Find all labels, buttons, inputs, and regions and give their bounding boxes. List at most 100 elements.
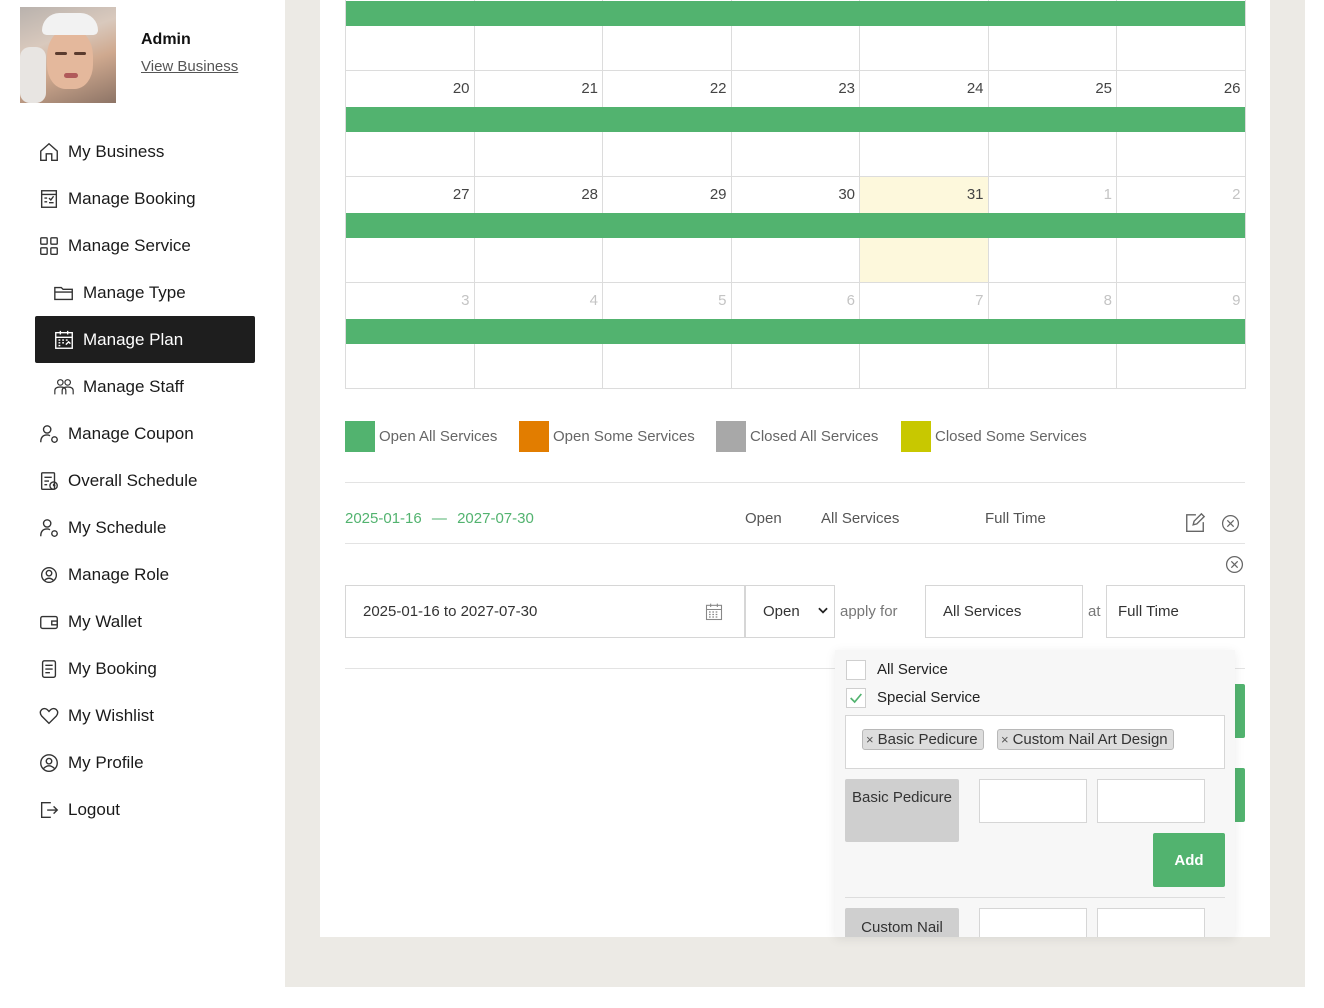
remove-tag-icon[interactable]: × [1001, 732, 1009, 747]
sidebar-item-label: My Business [68, 141, 165, 161]
sidebar-item-label: Manage Role [68, 564, 170, 584]
booking-icon [38, 188, 60, 210]
day-number: 28 [581, 186, 598, 203]
day-number: 25 [1095, 80, 1112, 97]
legend-closed-all: Closed All Services [716, 421, 878, 452]
special-service-checkbox[interactable] [846, 688, 866, 708]
legend-swatch [716, 421, 746, 452]
day-number: 22 [709, 80, 727, 97]
avatar[interactable] [20, 7, 116, 103]
plan-start-date: 2025-01-16 [345, 510, 422, 527]
wallet-icon [38, 611, 60, 633]
edit-icon[interactable] [1184, 512, 1206, 534]
sidebar-item-label: Logout [68, 799, 120, 819]
day-number: 26 [1223, 80, 1241, 97]
sidebar-item-my-wallet[interactable]: My Wallet [35, 598, 255, 645]
special-service-label: Special Service [877, 689, 981, 706]
sidebar-item-label: Manage Service [68, 235, 191, 255]
remove-plan-icon[interactable] [1220, 513, 1240, 533]
day-number: 8 [1103, 292, 1112, 309]
day-number: 30 [838, 186, 855, 203]
sidebar-item-manage-type[interactable]: Manage Type [35, 269, 255, 316]
profile-icon [38, 752, 60, 774]
profile-name: Admin [141, 31, 191, 48]
day-number: 9 [1232, 292, 1241, 309]
day-number: 7 [975, 292, 984, 309]
schedule-icon [38, 470, 60, 492]
heart-icon [38, 705, 60, 727]
plan-status: Open [745, 510, 782, 527]
service-name-label: Custom Nail [845, 908, 959, 937]
divider [345, 543, 1245, 544]
sidebar-item-my-wishlist[interactable]: My Wishlist [35, 692, 255, 739]
calendar-week-row: 27 28 29 30 31 1 2 [345, 177, 1246, 283]
sidebar-item-manage-plan[interactable]: Manage Plan [35, 316, 255, 363]
check-icon [850, 693, 862, 704]
sidebar-item-label: Manage Coupon [68, 423, 194, 443]
list-icon [38, 658, 60, 680]
sidebar-item-manage-staff[interactable]: Manage Staff [35, 363, 255, 410]
sidebar-item-label: Manage Type [83, 282, 186, 302]
sidebar-item-label: My Booking [68, 658, 157, 678]
sidebar-item-label: Manage Staff [83, 376, 184, 396]
role-icon [38, 564, 60, 586]
view-business-link[interactable]: View Business [141, 58, 238, 75]
selected-services-box[interactable]: × Basic Pedicure × Custom Nail Art Desig… [845, 715, 1225, 769]
sidebar-item-my-business[interactable]: My Business [35, 128, 255, 175]
service-start-input[interactable] [979, 779, 1087, 823]
sidebar-item-label: Manage Booking [68, 188, 196, 208]
date-range-input[interactable]: 2025-01-16 to 2027-07-30 [345, 585, 745, 638]
sidebar-item-my-schedule[interactable]: My Schedule [35, 504, 255, 551]
user-schedule-icon [38, 517, 60, 539]
open-status-bar[interactable] [346, 213, 1245, 238]
calendar-plan-icon [53, 329, 75, 351]
sidebar-item-manage-role[interactable]: Manage Role [35, 551, 255, 598]
time-select[interactable]: Full Time [1106, 585, 1245, 638]
remove-tag-icon[interactable]: × [866, 732, 874, 747]
service-start-input[interactable] [979, 908, 1087, 937]
legend-label: Open Some Services [553, 428, 695, 445]
sidebar-item-overall-schedule[interactable]: Overall Schedule [35, 457, 255, 504]
sidebar-item-label: My Wishlist [68, 705, 154, 725]
service-end-input[interactable] [1097, 779, 1205, 823]
sidebar-item-label: My Profile [68, 752, 144, 772]
status-select[interactable]: Open [745, 585, 835, 638]
sidebar-item-manage-service[interactable]: Manage Service [35, 222, 255, 269]
open-status-bar[interactable] [346, 319, 1245, 344]
add-button[interactable]: Add [1153, 833, 1225, 887]
sidebar-item-my-booking[interactable]: My Booking [35, 645, 255, 692]
folder-icon [53, 282, 75, 304]
open-status-bar[interactable] [346, 1, 1245, 26]
services-select-value: All Services [943, 603, 1022, 620]
sidebar-item-manage-booking[interactable]: Manage Booking [35, 175, 255, 222]
open-status-bar[interactable] [346, 107, 1245, 132]
legend-swatch [519, 421, 549, 452]
day-number: 24 [966, 80, 984, 97]
legend-open-all: Open All Services [345, 421, 497, 452]
services-select[interactable]: All Services [925, 585, 1083, 638]
all-service-checkbox[interactable] [846, 660, 866, 680]
time-select-value: Full Time [1118, 603, 1179, 620]
home-icon [38, 141, 60, 163]
legend-closed-some: Closed Some Services [901, 421, 1087, 452]
date-range-value: 2025-01-16 to 2027-07-30 [363, 603, 538, 620]
calendar-week-row [345, 0, 1246, 71]
sidebar-item-label: Overall Schedule [68, 470, 198, 490]
service-tag: × Basic Pedicure [862, 729, 984, 750]
day-number: 6 [846, 292, 855, 309]
sidebar-item-label: Manage Plan [83, 329, 184, 349]
day-number: 4 [589, 292, 598, 309]
sidebar-item-logout[interactable]: Logout [35, 786, 255, 833]
day-number: 29 [709, 186, 727, 203]
divider [845, 897, 1225, 898]
service-end-input[interactable] [1097, 908, 1205, 937]
sidebar-item-manage-coupon[interactable]: Manage Coupon [35, 410, 255, 457]
user-coupon-icon [38, 423, 60, 445]
legend-swatch [901, 421, 931, 452]
at-label: at [1088, 603, 1101, 620]
legend-swatch [345, 421, 375, 452]
legend-label: Closed All Services [750, 428, 879, 445]
sidebar-item-my-profile[interactable]: My Profile [35, 739, 255, 786]
sidebar: Admin View Business My Business Manage B… [0, 0, 285, 1008]
close-form-icon[interactable] [1224, 554, 1244, 574]
